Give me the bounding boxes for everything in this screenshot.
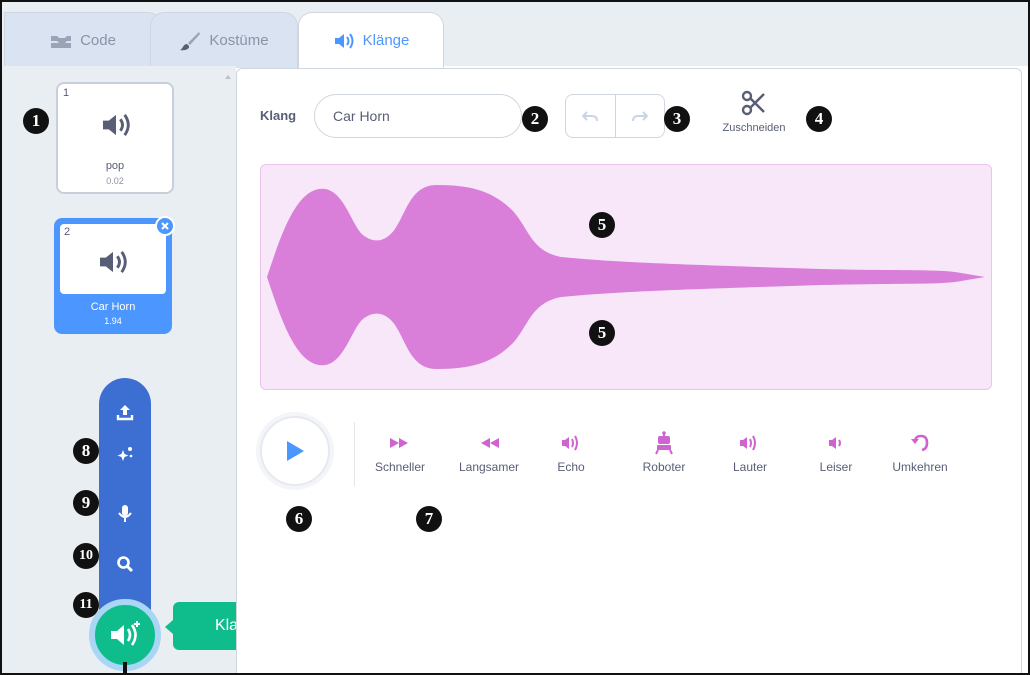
undo-button[interactable] (566, 95, 615, 137)
sound-number: 1 (63, 87, 70, 99)
faster-icon (360, 428, 440, 458)
effect-softer-button[interactable]: Leiser (796, 428, 876, 474)
callout-badge: 3 (664, 106, 690, 132)
divider (354, 422, 355, 486)
tab-code[interactable]: Code (4, 12, 162, 68)
effect-faster-button[interactable]: Schneller (360, 428, 440, 474)
effect-label: Leiser (819, 460, 853, 474)
louder-icon (710, 428, 790, 458)
tab-label: Code (80, 32, 116, 49)
redo-icon (631, 111, 648, 122)
callout-badge: 6 (286, 506, 312, 532)
redo-button[interactable] (614, 95, 664, 137)
sound-name: pop (105, 160, 125, 172)
callout-badge: 5 (589, 212, 615, 238)
effect-louder-button[interactable]: Lauter (710, 428, 790, 474)
upload-icon (116, 405, 134, 421)
sound-name-input[interactable] (314, 94, 522, 138)
sound-number: 2 (64, 226, 71, 238)
trim-label: Zuschneiden (722, 122, 786, 134)
play-button[interactable] (260, 416, 330, 486)
surprise-button[interactable] (99, 434, 151, 474)
delete-sound-button[interactable] (155, 216, 175, 236)
close-icon (161, 222, 169, 230)
effect-robot-button[interactable]: Roboter (624, 428, 704, 474)
sound-duration: 0.02 (106, 176, 124, 186)
choose-sound-button[interactable] (99, 544, 151, 584)
sound-name-label: Klang (260, 108, 297, 123)
add-sound-icon (111, 621, 140, 646)
effect-label: Lauter (732, 460, 768, 474)
callout-badge: 1 (23, 108, 49, 134)
sound-editor-window: Code Kostüme Klänge 1 pop 0.02 2 Car Hor… (0, 0, 1030, 675)
effect-reverse-button[interactable]: Umkehren (880, 428, 960, 474)
callout-badge: 8 (73, 438, 99, 464)
tab-label: Klänge (362, 32, 410, 49)
effect-label: Echo (557, 460, 585, 474)
effect-echo-button[interactable]: Echo (531, 428, 611, 474)
tab-sounds[interactable]: Klänge (298, 12, 444, 68)
trim-button[interactable]: Zuschneiden (708, 90, 800, 150)
scroll-up-icon[interactable] (225, 74, 231, 80)
speaker-icon (100, 112, 132, 143)
record-button[interactable] (99, 494, 151, 534)
undo-redo-group (565, 94, 665, 138)
speaker-icon (333, 32, 355, 50)
effect-label: Langsamer (458, 460, 520, 474)
callout-badge: 5 (589, 320, 615, 346)
callout-badge: 10 (73, 543, 99, 569)
slower-icon (449, 428, 529, 458)
callout-badge: 11 (73, 592, 99, 618)
code-blocks-icon (50, 33, 72, 49)
record-icon (118, 505, 132, 522)
effect-slower-button[interactable]: Langsamer (449, 428, 529, 474)
echo-icon (531, 428, 611, 458)
play-icon (287, 441, 304, 461)
add-sound-menu (99, 378, 151, 614)
sound-duration: 1.94 (104, 316, 122, 326)
sound-list-scrollbar[interactable] (218, 66, 236, 673)
scissors-icon (708, 90, 800, 120)
softer-icon (796, 428, 876, 458)
annotation-pointer (123, 662, 127, 673)
effect-label: Schneller (374, 460, 426, 474)
tab-label: Kostüme (209, 32, 269, 49)
callout-badge: 4 (806, 106, 832, 132)
callout-badge: 9 (73, 490, 99, 516)
robot-icon (624, 428, 704, 458)
callout-badge: 7 (416, 506, 442, 532)
effect-label: Roboter (642, 460, 686, 474)
sound-name: Car Horn (90, 301, 136, 313)
waveform (267, 185, 985, 369)
reverse-icon (880, 428, 960, 458)
callout-badge: 2 (522, 106, 548, 132)
upload-sound-button[interactable] (99, 392, 151, 432)
sound-tile[interactable]: 1 pop 0.02 (56, 82, 174, 194)
brush-icon (179, 31, 201, 51)
waveform-display[interactable] (260, 164, 992, 390)
tab-bar: Code Kostüme Klänge (2, 2, 1028, 68)
tab-costumes[interactable]: Kostüme (150, 12, 298, 68)
sound-tile-selected[interactable]: 2 Car Horn 1.94 (54, 216, 175, 334)
speaker-icon (97, 249, 129, 280)
effect-label: Umkehren (892, 460, 948, 474)
undo-icon (582, 111, 599, 122)
add-sound-button[interactable] (89, 599, 161, 671)
surprise-icon (117, 447, 133, 461)
search-icon (117, 556, 134, 573)
